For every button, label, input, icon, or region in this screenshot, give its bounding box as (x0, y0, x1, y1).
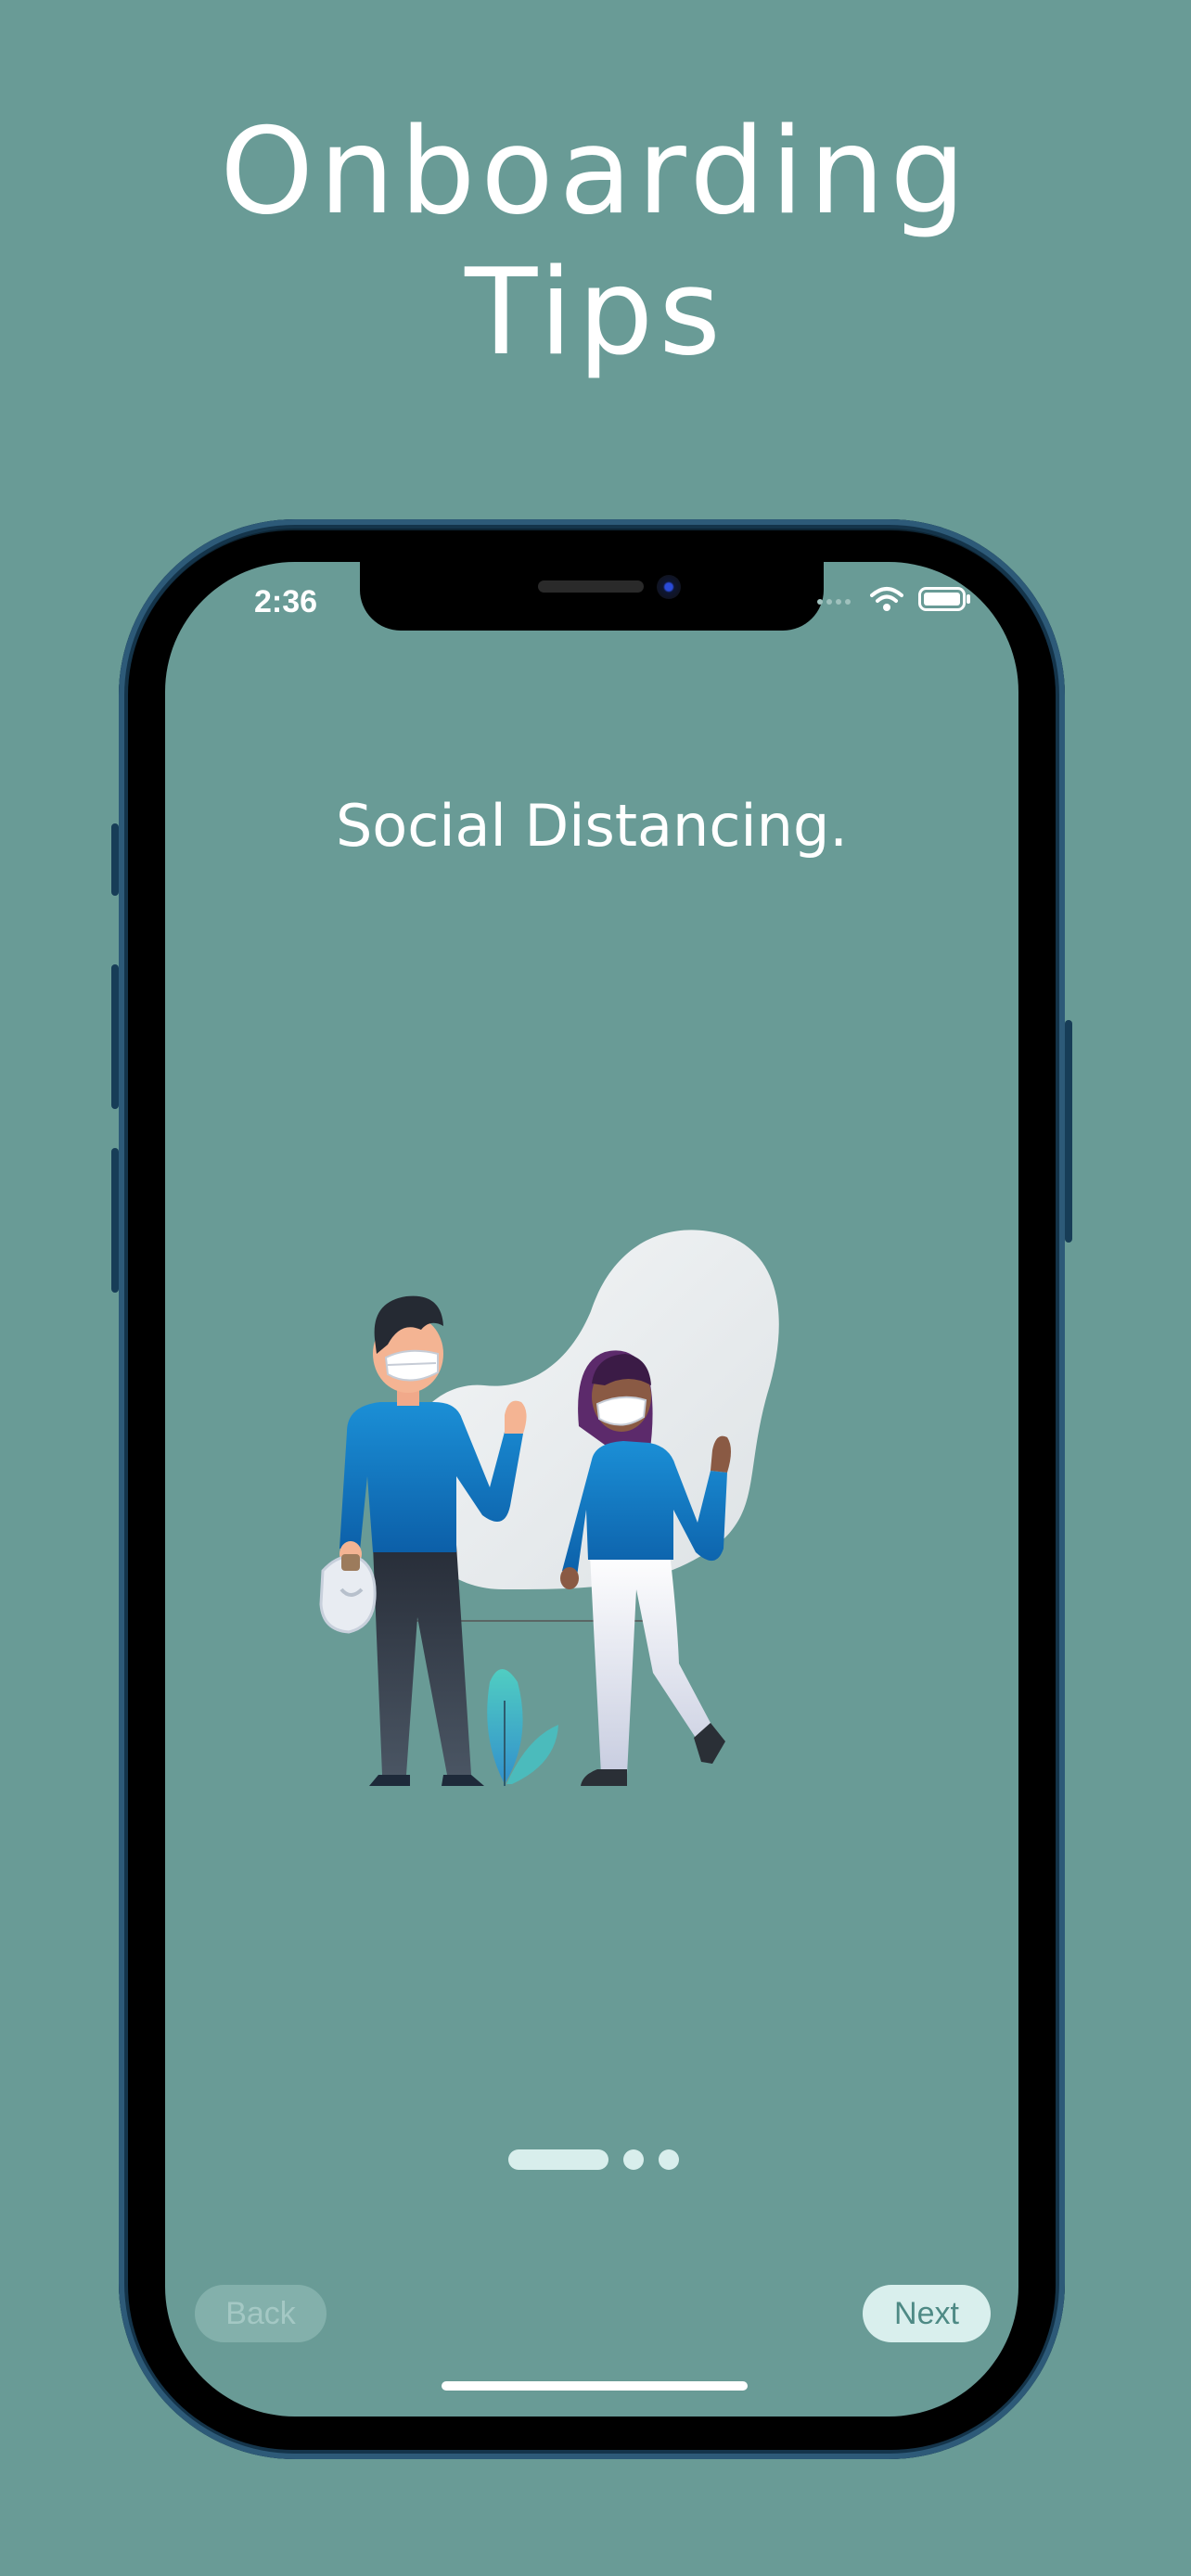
home-indicator[interactable] (442, 2381, 748, 2391)
volume-up-button (111, 964, 119, 1109)
next-button[interactable]: Next (863, 2285, 991, 2342)
cellular-signal-icon (816, 593, 855, 610)
page-dot-active[interactable] (508, 2149, 608, 2170)
status-time: 2:36 (254, 584, 318, 619)
battery-icon (918, 586, 970, 617)
headline-line-2: Tips (465, 244, 726, 382)
onboarding-title: Social Distancing. (335, 792, 849, 860)
silent-switch (111, 823, 119, 896)
page-dot[interactable] (659, 2149, 679, 2170)
marketing-headline: Onboarding Tips (0, 102, 1191, 384)
status-icons (816, 586, 970, 617)
volume-down-button (111, 1148, 119, 1293)
headline-line-1: Onboarding (220, 103, 971, 241)
speaker-grille (538, 580, 644, 593)
notch (360, 562, 824, 631)
social-distancing-illustration: 1 m (319, 1230, 779, 1786)
power-button (1065, 1020, 1072, 1243)
back-button[interactable]: Back (195, 2285, 327, 2342)
page-dot[interactable] (623, 2149, 644, 2170)
page-indicator (508, 2149, 679, 2170)
front-camera (657, 575, 681, 599)
plant (487, 1669, 558, 1786)
phone-screen: 2:36 Social Distancing. Back Next (165, 562, 1018, 2417)
wifi-icon (870, 586, 903, 617)
